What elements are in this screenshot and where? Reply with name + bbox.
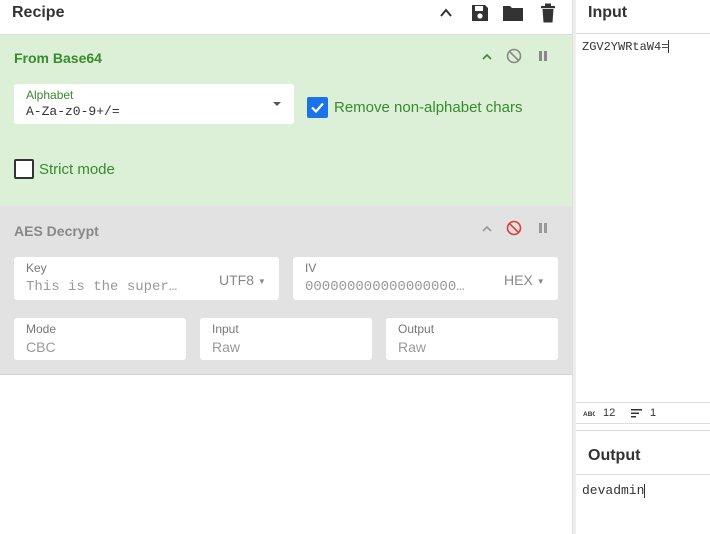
input-status-bar: ABC 12 1 — [576, 402, 710, 424]
disable-operation-icon[interactable] — [505, 219, 523, 237]
collapse-operation-icon[interactable] — [478, 48, 496, 66]
mode-label: Mode — [26, 322, 57, 336]
output-text: devadmin — [582, 483, 645, 498]
input-text: ZGV2YWRtaW4= — [582, 40, 669, 54]
key-field[interactable]: Key This is the super… UTF8 ▼ — [14, 257, 279, 300]
dropdown-caret-icon — [272, 101, 282, 107]
input-format-select[interactable]: Input Raw — [200, 318, 372, 360]
key-label: Key — [26, 261, 47, 275]
iv-encoding-label: HEX — [504, 272, 533, 288]
pause-operation-icon[interactable] — [534, 47, 552, 65]
lines-icon — [631, 409, 642, 418]
save-icon[interactable] — [469, 2, 491, 24]
remove-non-alphabet-label: Remove non-alphabet chars — [334, 99, 523, 116]
text-cursor — [644, 483, 646, 498]
trash-icon[interactable] — [537, 2, 559, 24]
svg-text:ABC: ABC — [583, 411, 595, 417]
output-textarea[interactable]: devadmin — [582, 483, 646, 498]
output-format-select[interactable]: Output Raw — [386, 318, 558, 360]
output-header: Output — [576, 430, 710, 475]
strict-mode-checkbox[interactable] — [14, 159, 34, 179]
input-header: Input — [576, 0, 710, 34]
recipe-pane: Recipe From Base64 Alphabet A-Za-z0-9+/= — [0, 0, 572, 534]
dropdown-caret-icon: ▼ — [536, 276, 545, 286]
output-format-value: Raw — [398, 339, 427, 355]
io-pane: Input ZGV2YWRtaW4= ABC 12 1 Output devad… — [576, 0, 710, 534]
collapse-operation-icon[interactable] — [478, 220, 496, 238]
mode-select[interactable]: Mode CBC — [14, 318, 186, 360]
collapse-all-icon[interactable] — [435, 2, 457, 24]
input-format-value: Raw — [212, 339, 241, 355]
recipe-header: Recipe — [0, 0, 572, 35]
input-textarea[interactable]: ZGV2YWRtaW4= — [582, 40, 670, 54]
iv-encoding-dropdown[interactable]: HEX ▼ — [504, 272, 545, 288]
dropdown-caret-icon: ▼ — [257, 276, 266, 286]
disable-operation-icon[interactable] — [505, 47, 523, 65]
iv-value: 000000000000000000… — [305, 279, 465, 295]
mode-value: CBC — [26, 339, 56, 355]
operation-aes-decrypt[interactable]: AES Decrypt Key This is the super… UTF8 … — [0, 206, 572, 375]
remove-non-alphabet-checkbox[interactable] — [307, 97, 328, 118]
input-title: Input — [588, 4, 628, 21]
operation-title: From Base64 — [14, 50, 102, 66]
key-encoding-label: UTF8 — [219, 272, 254, 288]
output-format-label: Output — [398, 322, 435, 336]
alphabet-value: A-Za-z0-9+/= — [26, 104, 120, 119]
operation-from-base64[interactable]: From Base64 Alphabet A-Za-z0-9+/= Remove… — [0, 35, 572, 206]
abc-icon: ABC — [583, 409, 595, 417]
key-value: This is the super… — [26, 279, 178, 295]
recipe-title: Recipe — [12, 4, 65, 21]
operation-title: AES Decrypt — [14, 223, 99, 239]
text-cursor — [668, 40, 670, 54]
iv-label: IV — [305, 261, 317, 275]
strict-mode-label: Strict mode — [39, 161, 115, 178]
input-lines: 1 — [650, 407, 657, 419]
alphabet-select[interactable]: Alphabet A-Za-z0-9+/= — [14, 84, 294, 124]
alphabet-label: Alphabet — [26, 88, 74, 102]
input-format-label: Input — [212, 322, 239, 336]
input-length: 12 — [603, 407, 616, 419]
folder-icon[interactable] — [502, 2, 524, 24]
iv-field[interactable]: IV 000000000000000000… HEX ▼ — [293, 257, 558, 300]
key-encoding-dropdown[interactable]: UTF8 ▼ — [219, 272, 266, 288]
pause-operation-icon[interactable] — [534, 219, 552, 237]
output-title: Output — [588, 447, 641, 464]
